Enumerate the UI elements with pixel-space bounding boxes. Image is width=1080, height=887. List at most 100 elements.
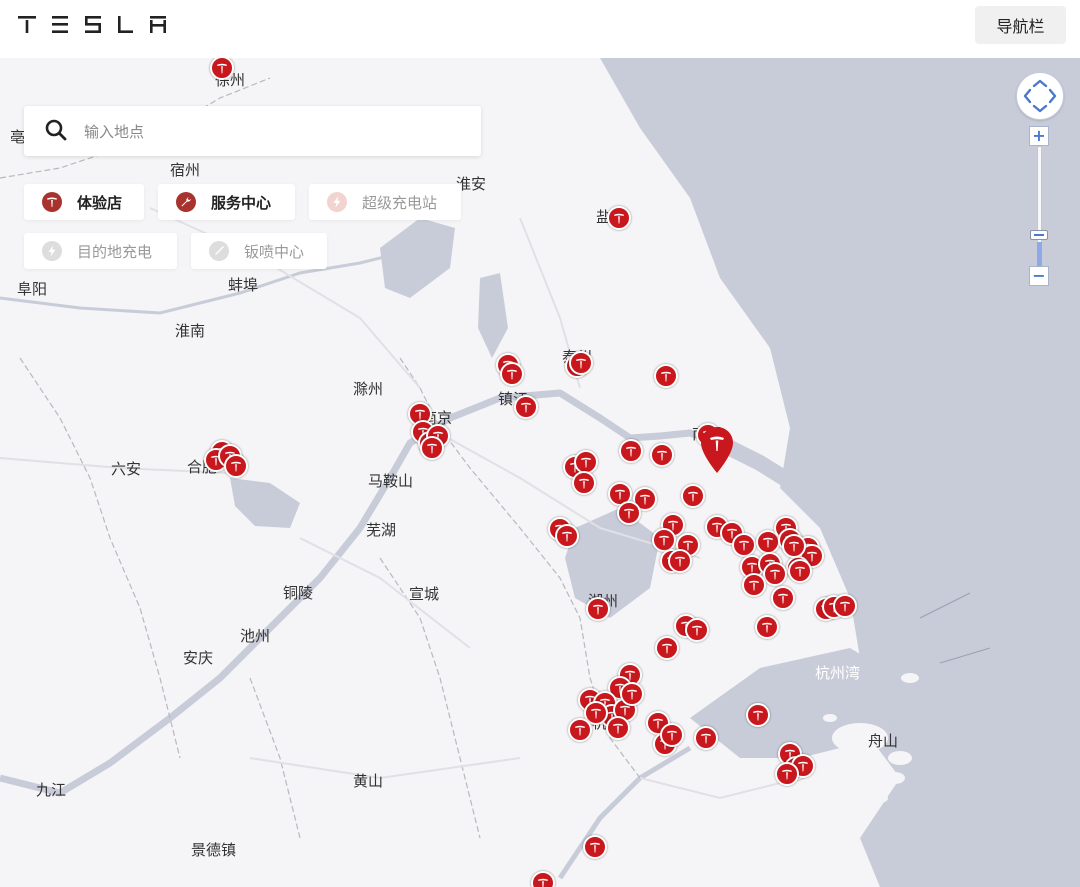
store-marker[interactable] <box>617 501 641 525</box>
store-marker[interactable] <box>833 594 857 618</box>
store-marker[interactable] <box>742 573 766 597</box>
zoom-control: + − <box>1016 72 1064 292</box>
tesla-logo-icon <box>795 566 805 577</box>
store-marker[interactable] <box>555 524 579 548</box>
tesla-logo-icon <box>659 535 669 546</box>
filter-supercharger-chip[interactable]: 超级充电站 <box>309 184 461 220</box>
city-label: 六安 <box>111 460 141 478</box>
tesla-logo-icon <box>575 725 585 736</box>
store-marker[interactable] <box>685 618 709 642</box>
chao-lake <box>230 478 300 528</box>
store-marker[interactable] <box>620 682 644 706</box>
tesla-logo-icon <box>507 369 517 380</box>
store-marker[interactable] <box>775 762 799 786</box>
tesla-logo-icon <box>762 622 772 633</box>
store-marker[interactable] <box>694 726 718 750</box>
zoom-out-button[interactable]: − <box>1029 266 1049 286</box>
city-label: 芜湖 <box>366 521 396 539</box>
city-label: 亳 <box>10 128 25 146</box>
zoom-slider-fill <box>1037 242 1042 266</box>
tesla-logo-icon <box>627 689 637 700</box>
city-label: 铜陵 <box>283 584 313 602</box>
city-label: 黄山 <box>353 772 383 790</box>
qiantang-river <box>557 745 692 880</box>
map-canvas[interactable]: 宿州 淮安 阜阳 蚌埠 淮南 滁州 六安 合肥 马鞍山 芜湖 铜陵 宣城 池州 … <box>0 58 1080 887</box>
zoom-slider-handle[interactable] <box>1030 230 1048 240</box>
filter-store-chip[interactable]: 体验店 <box>24 184 144 220</box>
pan-compass-icon[interactable] <box>1016 72 1064 120</box>
tesla-logo-icon <box>613 723 623 734</box>
city-label: 淮南 <box>175 322 205 340</box>
filter-label: 超级充电站 <box>362 193 438 212</box>
tesla-logo-icon <box>217 63 227 74</box>
store-marker[interactable] <box>514 395 538 419</box>
tesla-logo-icon <box>415 409 425 420</box>
map-marker-icon <box>701 427 733 473</box>
tesla-logo-icon <box>593 604 603 615</box>
store-marker[interactable] <box>224 454 248 478</box>
store-marker[interactable] <box>606 716 630 740</box>
navigation-menu-button[interactable]: 导航栏 <box>975 6 1066 44</box>
store-marker[interactable] <box>586 597 610 621</box>
tesla-logo-icon <box>640 494 650 505</box>
tesla-logo-icon <box>579 478 589 489</box>
store-marker[interactable] <box>746 703 770 727</box>
search-input[interactable] <box>82 116 466 148</box>
tesla-logo-icon <box>749 580 759 591</box>
wrench-icon <box>176 192 196 212</box>
gaoyou-lake <box>478 273 508 358</box>
tesla-logo-icon <box>581 457 591 468</box>
tesla-logo-icon <box>840 601 850 612</box>
tesla-wordmark-icon <box>18 16 166 33</box>
tesla-logo-icon <box>789 541 799 552</box>
filter-body-shop-chip[interactable]: 钣喷中心 <box>191 233 327 269</box>
store-marker[interactable] <box>619 439 643 463</box>
search-icon[interactable] <box>44 118 68 146</box>
filter-destination-charging-chip[interactable]: 目的地充电 <box>24 233 177 269</box>
city-label: 安庆 <box>183 649 213 667</box>
store-marker[interactable] <box>668 549 692 573</box>
store-marker[interactable] <box>583 835 607 859</box>
store-marker[interactable] <box>569 351 593 375</box>
tesla-logo-icon <box>615 489 625 500</box>
search-box <box>24 106 481 156</box>
store-marker[interactable] <box>788 559 812 583</box>
store-marker[interactable] <box>654 364 678 388</box>
city-label: 滁州 <box>353 380 383 398</box>
store-marker[interactable] <box>655 636 679 660</box>
city-label: 景德镇 <box>191 841 236 859</box>
store-marker[interactable] <box>568 718 592 742</box>
hongze-lake <box>380 218 455 298</box>
filter-label: 目的地充电 <box>77 242 153 261</box>
store-marker[interactable] <box>732 533 756 557</box>
store-marker[interactable] <box>782 534 806 558</box>
bay-label: 杭州湾 <box>815 664 860 682</box>
store-marker[interactable] <box>755 615 779 639</box>
store-marker[interactable] <box>420 436 444 460</box>
store-marker[interactable] <box>500 362 524 386</box>
tesla-logo-icon <box>675 556 685 567</box>
lightning-icon <box>42 241 62 261</box>
tesla-logo-icon <box>753 710 763 721</box>
filter-label: 体验店 <box>77 193 123 212</box>
city-label: 宿州 <box>170 161 200 179</box>
tesla-logo-icon <box>624 508 634 519</box>
tesla-logo-icon <box>231 461 241 472</box>
store-marker[interactable] <box>607 206 631 230</box>
tesla-logo-icon <box>427 443 437 454</box>
tesla-logo-icon <box>688 491 698 502</box>
store-marker[interactable] <box>681 484 705 508</box>
tesla-logo-icon <box>591 708 601 719</box>
zoom-in-button[interactable]: + <box>1029 126 1049 146</box>
selected-store-marker[interactable] <box>700 426 734 474</box>
filter-service-chip[interactable]: 服务中心 <box>158 184 295 220</box>
store-marker[interactable] <box>771 586 795 610</box>
filter-label: 服务中心 <box>211 193 272 212</box>
tesla-logo[interactable] <box>18 14 168 38</box>
tesla-logo-icon <box>42 192 62 212</box>
store-marker[interactable] <box>660 723 684 747</box>
store-marker[interactable] <box>763 562 787 586</box>
tesla-logo-icon <box>614 213 624 224</box>
store-marker[interactable] <box>572 471 596 495</box>
store-marker[interactable] <box>650 443 674 467</box>
